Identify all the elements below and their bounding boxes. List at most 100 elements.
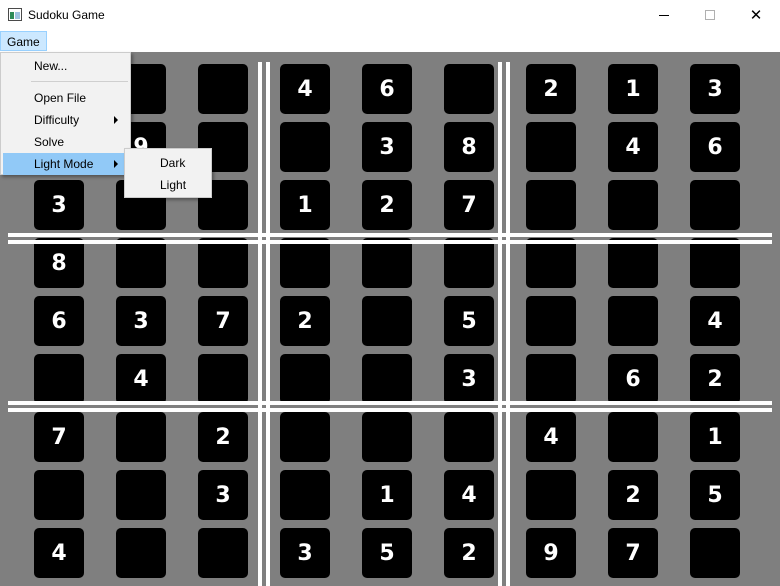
block-divider-horizontal (8, 408, 772, 412)
menu-item-light[interactable]: Light (127, 174, 209, 196)
sudoku-cell[interactable]: 2 (362, 180, 412, 230)
sudoku-cell[interactable]: 3 (362, 122, 412, 172)
sudoku-cell[interactable]: 2 (444, 528, 494, 578)
block-divider-vertical (506, 62, 510, 586)
sudoku-cell[interactable] (526, 180, 576, 230)
sudoku-cell[interactable] (444, 64, 494, 114)
sudoku-cell[interactable]: 1 (362, 470, 412, 520)
block-divider-vertical (266, 62, 270, 586)
sudoku-cell[interactable]: 2 (608, 470, 658, 520)
sudoku-cell[interactable] (362, 354, 412, 404)
sudoku-cell[interactable]: 8 (34, 238, 84, 288)
sudoku-cell[interactable]: 1 (608, 64, 658, 114)
block-divider-vertical (498, 62, 502, 586)
sudoku-cell[interactable] (116, 470, 166, 520)
sudoku-cell[interactable]: 7 (198, 296, 248, 346)
sudoku-cell[interactable]: 7 (444, 180, 494, 230)
app-icon (8, 8, 22, 21)
menu-game[interactable]: Game (0, 31, 47, 51)
sudoku-cell[interactable] (280, 238, 330, 288)
sudoku-cell[interactable] (526, 354, 576, 404)
sudoku-cell[interactable] (526, 238, 576, 288)
sudoku-cell[interactable] (198, 64, 248, 114)
sudoku-cell[interactable] (526, 122, 576, 172)
sudoku-cell[interactable] (198, 238, 248, 288)
sudoku-cell[interactable]: 5 (444, 296, 494, 346)
sudoku-cell[interactable]: 4 (608, 122, 658, 172)
minimize-button[interactable] (641, 0, 687, 30)
sudoku-cell[interactable] (116, 238, 166, 288)
sudoku-cell[interactable] (362, 412, 412, 462)
sudoku-cell[interactable]: 7 (34, 412, 84, 462)
menu-item-label: New... (34, 59, 68, 73)
sudoku-cell[interactable] (280, 412, 330, 462)
block-divider-horizontal (8, 233, 772, 237)
sudoku-cell[interactable]: 2 (280, 296, 330, 346)
maximize-button[interactable] (687, 0, 733, 30)
sudoku-cell[interactable] (608, 296, 658, 346)
sudoku-cell[interactable] (444, 412, 494, 462)
menu-item-difficulty[interactable]: Difficulty (3, 109, 128, 131)
sudoku-cell[interactable] (280, 354, 330, 404)
block-divider-horizontal (8, 401, 772, 405)
sudoku-cell[interactable] (280, 470, 330, 520)
sudoku-cell[interactable]: 2 (690, 354, 740, 404)
sudoku-cell[interactable]: 3 (280, 528, 330, 578)
sudoku-cell[interactable] (526, 470, 576, 520)
sudoku-cell[interactable] (280, 122, 330, 172)
sudoku-cell[interactable]: 8 (444, 122, 494, 172)
sudoku-cell[interactable] (608, 238, 658, 288)
sudoku-cell[interactable]: 6 (690, 122, 740, 172)
sudoku-cell[interactable] (116, 412, 166, 462)
sudoku-cell[interactable]: 1 (280, 180, 330, 230)
sudoku-cell[interactable] (362, 296, 412, 346)
sudoku-cell[interactable]: 2 (198, 412, 248, 462)
sudoku-cell[interactable] (116, 528, 166, 578)
submenu-arrow-icon (114, 160, 118, 168)
close-button[interactable]: ✕ (733, 0, 779, 30)
sudoku-cell[interactable] (34, 470, 84, 520)
menu-item-dark[interactable]: Dark (127, 152, 209, 174)
title-bar: Sudoku Game ✕ (0, 0, 780, 30)
sudoku-cell[interactable]: 6 (608, 354, 658, 404)
sudoku-cell[interactable]: 3 (198, 470, 248, 520)
sudoku-cell[interactable]: 5 (362, 528, 412, 578)
sudoku-cell[interactable]: 4 (444, 470, 494, 520)
sudoku-cell[interactable] (608, 180, 658, 230)
sudoku-cell[interactable]: 3 (116, 296, 166, 346)
sudoku-cell[interactable] (526, 296, 576, 346)
sudoku-cell[interactable]: 4 (116, 354, 166, 404)
sudoku-cell[interactable]: 3 (690, 64, 740, 114)
menu-item-label: Open File (34, 91, 87, 105)
sudoku-cell[interactable]: 9 (526, 528, 576, 578)
sudoku-cell[interactable]: 2 (526, 64, 576, 114)
menu-item-label: Difficulty (34, 113, 80, 127)
sudoku-cell[interactable]: 7 (608, 528, 658, 578)
maximize-icon (705, 10, 715, 20)
sudoku-cell[interactable]: 3 (34, 180, 84, 230)
sudoku-cell[interactable] (690, 180, 740, 230)
sudoku-cell[interactable]: 3 (444, 354, 494, 404)
sudoku-cell[interactable] (444, 238, 494, 288)
sudoku-cell[interactable] (198, 528, 248, 578)
sudoku-cell[interactable]: 4 (280, 64, 330, 114)
sudoku-cell[interactable]: 6 (34, 296, 84, 346)
game-menu: New... Open File Difficulty Solve Light … (0, 52, 131, 175)
sudoku-cell[interactable] (362, 238, 412, 288)
menu-item-open-file[interactable]: Open File (3, 87, 128, 109)
sudoku-cell[interactable] (34, 354, 84, 404)
sudoku-cell[interactable] (198, 354, 248, 404)
sudoku-cell[interactable] (690, 238, 740, 288)
sudoku-cell[interactable]: 1 (690, 412, 740, 462)
menu-item-light-mode[interactable]: Light Mode (3, 153, 128, 175)
sudoku-cell[interactable]: 4 (690, 296, 740, 346)
menu-item-new[interactable]: New... (3, 55, 128, 77)
sudoku-cell[interactable] (608, 412, 658, 462)
sudoku-cell[interactable]: 6 (362, 64, 412, 114)
close-icon: ✕ (749, 7, 763, 24)
sudoku-cell[interactable] (690, 528, 740, 578)
sudoku-cell[interactable]: 4 (526, 412, 576, 462)
sudoku-cell[interactable]: 4 (34, 528, 84, 578)
menu-item-solve[interactable]: Solve (3, 131, 128, 153)
sudoku-cell[interactable]: 5 (690, 470, 740, 520)
